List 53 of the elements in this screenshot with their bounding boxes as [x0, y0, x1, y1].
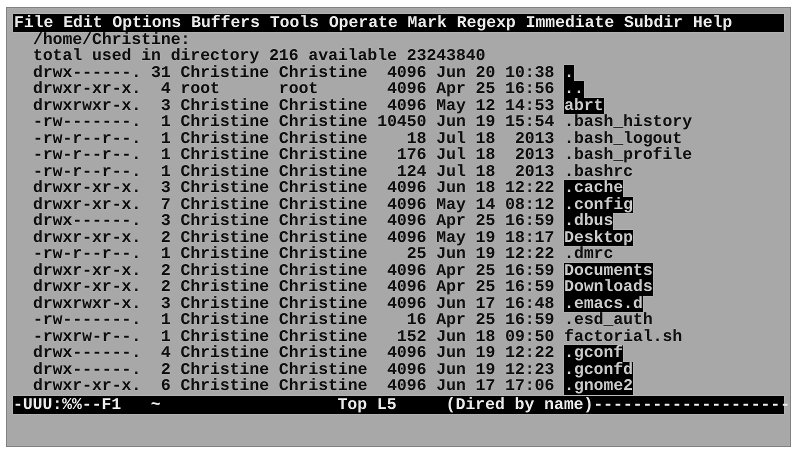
file-details: drwx------. 31 Christine Christine 4096 Jun 20 10:38 [33, 64, 554, 82]
file-name[interactable]: .gnome2 [564, 378, 634, 395]
file-details: drwxrwxr-x. 3 Christine Christine 4096 Jun 17 16:48 [33, 296, 554, 312]
file-name[interactable]: .dbus [564, 213, 614, 230]
file-name[interactable]: .bashrc [564, 164, 634, 180]
file-name[interactable]: .dmrc [564, 246, 614, 263]
file-name[interactable]: .bash_profile [564, 147, 692, 164]
file-name[interactable]: .config [564, 196, 634, 214]
menu-item[interactable]: Regexp [456, 14, 516, 32]
file-name[interactable]: Desktop [564, 230, 634, 246]
file-details: drwxr-xr-x. 2 Christine Christine 4096 May 19 18:17 [33, 230, 554, 246]
menu-item[interactable]: Edit [63, 14, 103, 32]
file-details: -rw-r--r--. 1 Christine Christine 18 Jul 18 2013 [33, 130, 554, 148]
file-name[interactable]: .emacs.d [564, 296, 643, 312]
directory-summary: total used in directory 216 available 23243840 [33, 48, 486, 65]
menu-item[interactable]: File [14, 14, 54, 32]
menu-item[interactable]: Buffers [191, 14, 260, 32]
file-details: -rwxrw-r--. 1 Christine Christine 152 Jun 18 09:50 [33, 328, 554, 346]
file-details: drwx------. 2 Christine Christine 4096 Jun 19 12:23 [33, 362, 554, 378]
file-details: -rw-r--r--. 1 Christine Christine 176 Jul 18 2013 [33, 147, 554, 164]
menu-item[interactable]: Operate [328, 14, 398, 32]
file-name[interactable]: factorial.sh [564, 328, 682, 346]
file-details: drwxrwxr-x. 3 Christine Christine 4096 May 12 14:53 [33, 98, 554, 114]
file-name[interactable]: .bash_logout [564, 130, 682, 148]
menu-item[interactable]: Subdir [624, 14, 684, 32]
file-details: drwxr-xr-x. 3 Christine Christine 4096 Jun 18 12:22 [33, 180, 554, 197]
menu-item[interactable]: Immediate [526, 14, 614, 32]
file-details: -rw-------. 1 Christine Christine 10450 Jun 19 15:54 [33, 114, 554, 131]
file-details: drwx------. 3 Christine Christine 4096 Apr 25 16:59 [33, 213, 554, 230]
file-details: -rw-------. 1 Christine Christine 16 Apr 25 16:59 [33, 312, 554, 329]
menu-item[interactable]: Tools [270, 14, 319, 32]
file-name[interactable]: Documents [564, 262, 653, 280]
file-name[interactable]: . [564, 64, 574, 82]
menu-item[interactable]: Options [112, 14, 182, 32]
file-name[interactable]: .gconfd [564, 362, 634, 378]
file-details: drwxr-xr-x. 2 Christine Christine 4096 Apr 25 16:59 [33, 279, 554, 296]
file-details: drwxr-xr-x. 4 root root 4096 Apr 25 16:56 [33, 81, 554, 98]
file-details: drwxr-xr-x. 6 Christine Christine 4096 Jun 17 17:06 [33, 378, 554, 395]
directory-path: /home/Christine: [33, 32, 190, 48]
file-name[interactable]: .bash_history [564, 114, 692, 131]
file-details: drwxr-xr-x. 7 Christine Christine 4096 May 14 08:12 [33, 196, 554, 214]
file-name[interactable]: .gconf [564, 345, 624, 362]
file-name[interactable]: .. [564, 81, 584, 98]
file-details: drwxr-xr-x. 2 Christine Christine 4096 Apr 25 16:59 [33, 262, 554, 280]
menu-item[interactable]: Mark [408, 14, 447, 32]
file-details: -rw-r--r--. 1 Christine Christine 25 Jun 19 12:22 [33, 246, 554, 263]
file-name[interactable]: .cache [564, 180, 624, 197]
file-details: drwx------. 4 Christine Christine 4096 Jun 19 12:22 [33, 345, 554, 362]
file-name[interactable]: Downloads [564, 279, 653, 296]
file-name[interactable]: abrt [564, 98, 604, 114]
file-name[interactable]: .esd_auth [564, 312, 653, 329]
menu-item[interactable]: Help [692, 14, 732, 32]
file-details: -rw-r--r--. 1 Christine Christine 124 Jul 18 2013 [33, 164, 554, 180]
